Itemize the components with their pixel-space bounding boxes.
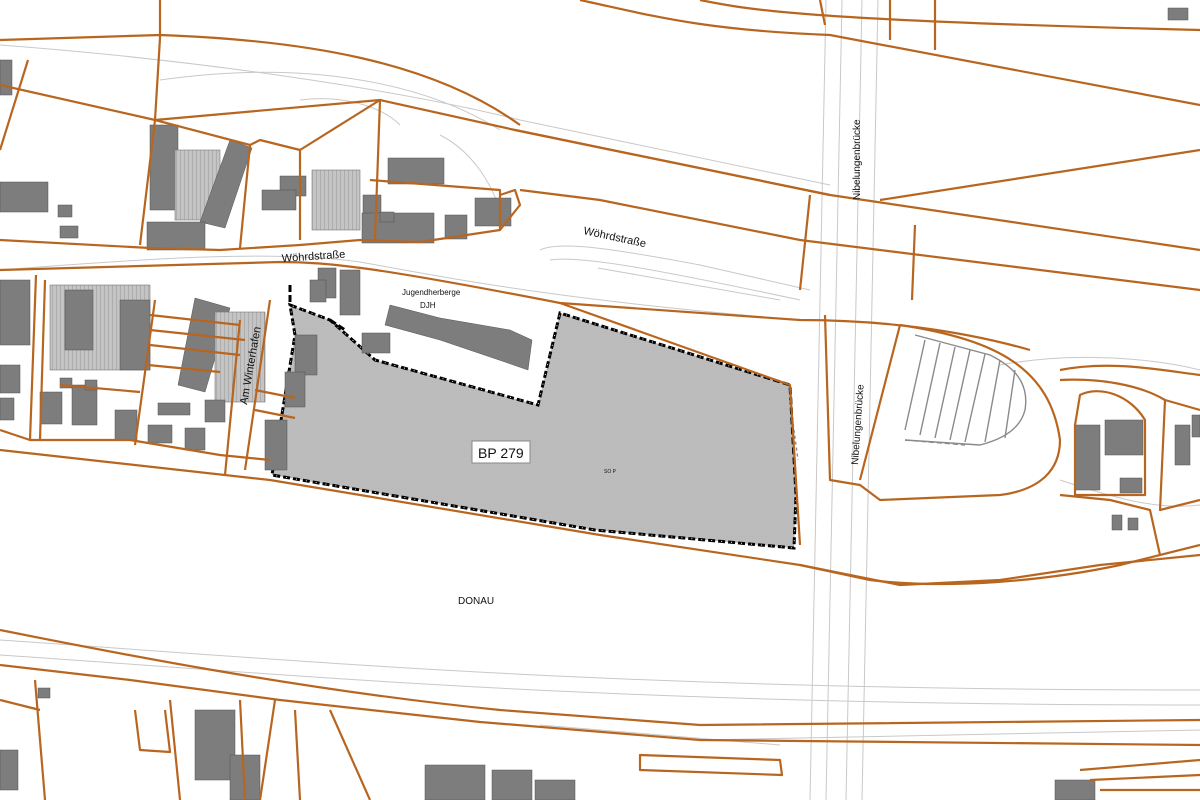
street-label-nibelungenbruecke-north: Nibelungenbrücke [852, 119, 863, 200]
street-label-woehrdstrasse-west: Wöhrdstraße [281, 249, 345, 265]
site-plan-map: Wöhrdstraße Wöhrdstraße Nibelungenbrücke… [0, 0, 1200, 800]
place-label-djh: DJH [420, 301, 436, 310]
plan-id-label[interactable]: BP 279 [471, 440, 531, 464]
street-label-nibelungenbruecke-south: Nibelungenbrücke [850, 384, 867, 466]
place-label-jugendherberge: Jugendherberge [402, 288, 461, 297]
street-label-woehrdstrasse-east: Wöhrdstraße [582, 225, 647, 250]
plan-area-bp-279[interactable] [270, 285, 798, 550]
zone-label-so-p: SO P [604, 469, 617, 475]
plan-id-text: BP 279 [478, 445, 524, 461]
river-label-donau: DONAU [458, 596, 494, 607]
